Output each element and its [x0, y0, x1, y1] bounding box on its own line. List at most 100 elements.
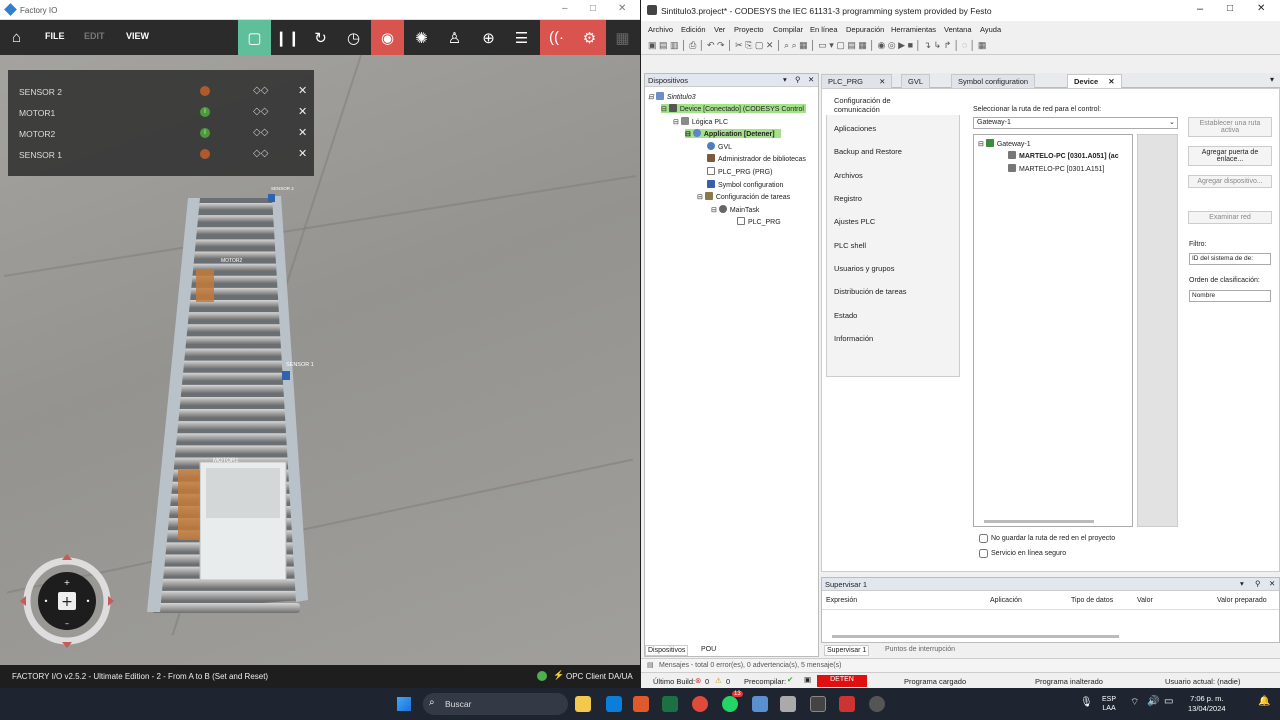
tab-plc-prg[interactable]: PLC_PRG ✕: [821, 74, 893, 88]
filter-select[interactable]: ID del sistema de de:: [1189, 253, 1271, 265]
sidebar-item[interactable]: Usuarios y grupos: [834, 264, 894, 273]
driver-name[interactable]: OPC Client DA/UA: [566, 672, 633, 681]
view-tag-icon[interactable]: ◇◇: [253, 127, 268, 138]
pin-icon[interactable]: ⚲: [795, 75, 801, 84]
sidebar-item[interactable]: Estado: [834, 311, 857, 320]
menu-item[interactable]: Compilar: [773, 25, 803, 34]
sidebar-item[interactable]: Ajustes PLC: [834, 217, 875, 226]
remove-tag-icon[interactable]: ✕: [298, 105, 307, 118]
column-header[interactable]: Tipo de datos: [1071, 597, 1113, 604]
timer-icon[interactable]: ◷: [337, 20, 370, 55]
home-icon[interactable]: ⌂: [0, 20, 33, 55]
messages-bar[interactable]: ▤ Mensajes - total 0 error(es), 0 advert…: [641, 658, 1280, 672]
start-icon[interactable]: [397, 697, 411, 711]
close-button[interactable]: ✕: [618, 3, 626, 14]
taskbar-search[interactable]: ⌕ Buscar: [423, 693, 568, 715]
tree-node[interactable]: Symbol configuration: [707, 180, 783, 189]
sidebar-item[interactable]: Información: [834, 334, 873, 343]
volume-icon[interactable]: 🔊: [1147, 696, 1159, 707]
menu-view[interactable]: VIEW: [126, 31, 149, 41]
tab-gvl[interactable]: GVL: [901, 74, 931, 88]
close-icon[interactable]: ✕: [1269, 579, 1275, 588]
tree-node[interactable]: ⊟ MainTask: [711, 205, 759, 214]
brave-icon[interactable]: [633, 696, 649, 712]
column-header[interactable]: Aplicación: [990, 597, 1022, 604]
chrome-icon[interactable]: [692, 696, 708, 712]
tree-node[interactable]: ⊟ Configuración de tareas: [697, 192, 790, 201]
sidebar-item[interactable]: Backup and Restore: [834, 147, 902, 156]
scan-network-button[interactable]: Examinar red: [1188, 211, 1272, 224]
view-tag-icon[interactable]: ◇◇: [253, 148, 268, 159]
net-node[interactable]: MARTELO-PC [0301.A051] (ac: [1008, 151, 1119, 160]
sensor-tags-icon[interactable]: ((·: [540, 20, 573, 55]
sidebar-item[interactable]: PLC shell: [834, 241, 866, 250]
tag-state-indicator[interactable]: [200, 86, 210, 96]
close-tab-icon[interactable]: ✕: [879, 77, 885, 86]
list-icon[interactable]: ☰: [505, 20, 538, 55]
menu-item[interactable]: Depuración: [846, 25, 884, 34]
tab-list-icon[interactable]: ▾: [1270, 75, 1274, 84]
run-mode-icon[interactable]: ▢: [238, 20, 271, 55]
remove-tag-icon[interactable]: ✕: [298, 147, 307, 160]
maximize-button[interactable]: □: [1227, 3, 1233, 14]
pause-icon[interactable]: ❙❙: [271, 20, 304, 55]
menu-item[interactable]: Archivo: [648, 25, 673, 34]
whatsapp-icon[interactable]: [722, 696, 738, 712]
column-header[interactable]: Valor: [1137, 597, 1153, 604]
close-icon[interactable]: ✕: [808, 75, 814, 84]
tab-devices[interactable]: Dispositivos: [645, 645, 689, 656]
tree-node-application[interactable]: ⊟ Application [Detener]: [685, 129, 781, 138]
minimize-button[interactable]: –: [562, 3, 568, 14]
codesys-taskbar-icon[interactable]: [752, 696, 768, 712]
tag-state-indicator[interactable]: I: [200, 128, 210, 138]
menu-item[interactable]: Herramientas: [891, 25, 936, 34]
close-tab-icon[interactable]: ✕: [1108, 77, 1114, 86]
gateway-select[interactable]: Gateway-1 ⌄: [973, 117, 1178, 129]
menu-item[interactable]: Edición: [681, 25, 706, 34]
net-node[interactable]: MARTELO-PC [0301.A151]: [1008, 164, 1104, 173]
tree-node[interactable]: ⊟ Sintitulo3: [648, 92, 696, 101]
minimize-button[interactable]: –: [1197, 3, 1203, 15]
menu-file[interactable]: FILE: [45, 31, 65, 41]
dropdown-icon[interactable]: ▾: [783, 75, 787, 84]
remove-tag-icon[interactable]: ✕: [298, 126, 307, 139]
driver-icon[interactable]: ◉: [371, 20, 404, 55]
wifi-icon[interactable]: ⌔: [1130, 696, 1139, 709]
app-icon[interactable]: [839, 696, 855, 712]
tab-breakpoints[interactable]: Puntos de interrupción: [885, 646, 955, 653]
tree-node[interactable]: PLC_PRG: [737, 217, 781, 226]
tab-pou[interactable]: POU: [701, 646, 716, 653]
column-header[interactable]: Expresión: [826, 597, 857, 604]
store-icon[interactable]: [606, 696, 622, 712]
sidebar-item[interactable]: Configuración de comunicación: [834, 96, 914, 114]
actuator-tags-icon[interactable]: ⚙: [573, 20, 606, 55]
tab-symbol-configuration[interactable]: Symbol configuration: [951, 74, 1036, 88]
clock[interactable]: 7:06 p. m. 13/04/2024: [1188, 694, 1226, 714]
sort-select[interactable]: Nombre: [1189, 290, 1271, 302]
menu-item[interactable]: En línea: [810, 25, 838, 34]
dropdown-icon[interactable]: ▾: [1240, 579, 1244, 588]
reset-icon[interactable]: ↻: [304, 20, 337, 55]
add-gateway-button[interactable]: Agregar puerta de enlace...: [1188, 146, 1272, 166]
add-device-button[interactable]: Agregar dispositivo...: [1188, 175, 1272, 188]
view-tag-icon[interactable]: ◇◇: [253, 85, 268, 96]
set-active-path-button[interactable]: Establecer una ruta activa: [1188, 117, 1272, 137]
notifications-icon[interactable]: 🔔: [1258, 696, 1270, 707]
tree-node-device[interactable]: ⊟ Device [Conectado] (CODESYS Control: [661, 104, 806, 113]
camera-orbit-icon[interactable]: ✺: [405, 20, 438, 55]
factoryio-taskbar-icon[interactable]: [780, 696, 796, 712]
menu-item[interactable]: Ventana: [944, 25, 972, 34]
excel-icon[interactable]: [662, 696, 678, 712]
tab-device[interactable]: Device ✕: [1067, 74, 1122, 88]
tree-node[interactable]: Administrador de bibliotecas: [707, 154, 806, 163]
column-header[interactable]: Valor preparado: [1217, 597, 1267, 604]
camera-navigation-widget[interactable]: + + – • •: [18, 552, 116, 650]
sidebar-item[interactable]: Aplicaciones: [834, 124, 876, 133]
terminal-icon[interactable]: [810, 696, 826, 712]
zoom-in-icon[interactable]: +: [61, 594, 73, 610]
horizontal-scrollbar[interactable]: [832, 635, 1119, 638]
tree-node[interactable]: PLC_PRG (PRG): [707, 167, 772, 176]
language-indicator[interactable]: ESP LAA: [1102, 695, 1116, 713]
tree-node[interactable]: GVL: [707, 142, 732, 151]
tab-watch[interactable]: Supervisar 1: [824, 645, 870, 656]
